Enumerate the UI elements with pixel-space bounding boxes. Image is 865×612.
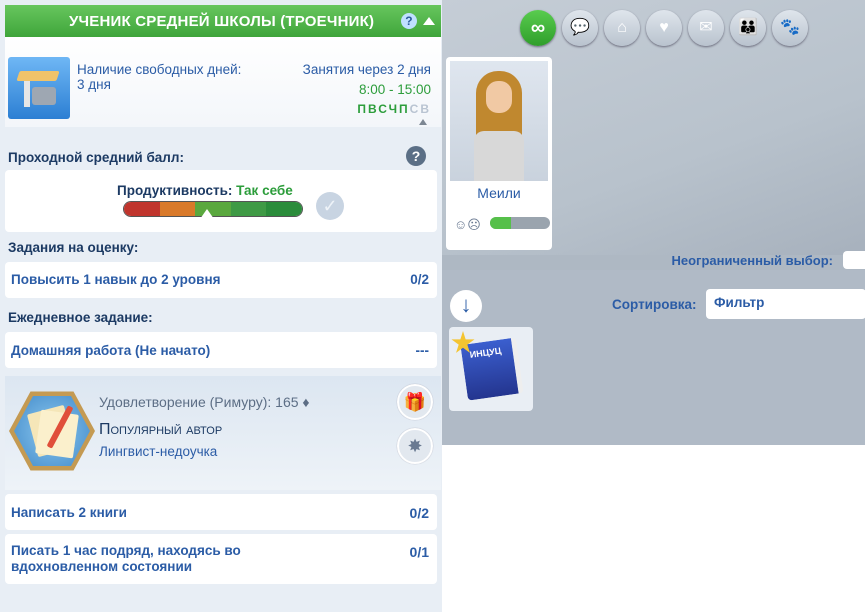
tab-paw[interactable]: 🐾 [772,10,808,46]
unlimited-toggle[interactable] [843,251,865,269]
goal-row: Писать 1 час подряд, находясь во вдохнов… [5,534,437,584]
free-days-label: Наличие свободных дней: [77,62,242,77]
arrow-down-icon[interactable]: ↓ [450,290,482,322]
tab-all[interactable]: ∞ [520,10,556,46]
tab-heart[interactable]: ♥ [646,10,682,46]
performance-label: Продуктивность: Так себе [117,183,293,198]
day-thu: Ч [388,102,400,116]
sort-label: Сортировка: [612,297,697,312]
sim-name: Меили [477,185,521,201]
rel-tabs: ∞ 💬 ⌂ ♥ ✉ 👪 🐾 [520,10,808,46]
satisfaction-icon: ♦ [302,394,310,410]
help-icon[interactable]: ? [406,146,426,166]
task-progress: 0/2 [410,272,429,287]
expand-schedule-icon[interactable] [419,119,427,125]
aspiration-title: Популярный автор [99,421,223,438]
relationship-panel: ∞ 💬 ⌂ ♥ ✉ 👪 🐾 Меили ☺☹ Неограниченный вы… [442,0,865,445]
career-title: УЧЕНИК СРЕДНЕЙ ШКОЛЫ (ТРОЕЧНИК) [69,12,375,30]
daily-progress: --- [415,343,430,358]
day-wed: С [378,102,389,116]
passing-grade-title: Проходной средний балл: [8,150,184,165]
relationship-bar [490,217,550,229]
inventory-item-book[interactable]: ИНЦУЦ [449,327,533,411]
performance-box: Продуктивность: Так себе ✓ [5,170,437,232]
schedule-section: Наличие свободных дней: 3 дня Занятия че… [5,37,441,127]
help-icon[interactable]: ? [401,13,417,29]
aspiration-section: Удовлетворение (Римуру): 165 ♦ Популярны… [5,376,441,490]
day-mon: П [357,102,368,116]
performance-marker [200,209,214,219]
goal-text: Написать 2 книги [11,505,127,520]
tab-briefcase[interactable]: ✉ [688,10,724,46]
reward-star-button[interactable]: ✸ [397,428,433,464]
unlimited-label: Неограниченный выбор: [671,253,833,268]
career-header[interactable]: УЧЕНИК СРЕДНЕЙ ШКОЛЫ (ТРОЕЧНИК) ? [5,5,441,37]
sim-card[interactable]: Меили ☺☹ [446,57,552,250]
goal-text: Писать 1 час подряд, находясь во вдохнов… [11,543,241,575]
day-sat: С [409,102,421,116]
goal-text-line2: вдохновленном состоянии [11,559,193,574]
goal-progress: 0/2 [409,505,429,521]
daily-text: Домашняя работа (Не начато) [11,343,211,358]
task-row: Повысить 1 навык до 2 уровня 0/2 [5,262,437,298]
tasks-title: Задания на оценку: [8,240,139,255]
day-fri: П [399,102,410,116]
gift-icon: 🎁 [403,392,427,412]
sim-portrait [450,61,548,181]
check-icon[interactable]: ✓ [316,192,344,220]
task-text: Повысить 1 навык до 2 уровня [11,272,221,287]
career-panel: УЧЕНИК СРЕДНЕЙ ШКОЛЫ (ТРОЕЧНИК) ? Наличи… [0,0,442,612]
book-icon: ИНЦУЦ [460,337,524,401]
satisfaction-points: Удовлетворение (Римуру): 165 ♦ [99,394,310,410]
tab-group[interactable]: 👪 [730,10,766,46]
goal-row: Написать 2 книги 0/2 [5,494,437,530]
day-sun: В [420,102,431,116]
reward-gift-button[interactable]: 🎁 [397,384,433,420]
collapse-icon[interactable] [423,17,435,25]
weekdays: ПВСЧПСВ [357,102,431,116]
goal-text-line1: Писать 1 час подряд, находясь во [11,543,241,558]
tab-chat[interactable]: 💬 [562,10,598,46]
tab-home[interactable]: ⌂ [604,10,640,46]
performance-value: Так себе [236,183,293,198]
star-icon: ✸ [407,436,423,456]
daily-row: Домашняя работа (Не начато) --- [5,332,437,368]
free-days: Наличие свободных дней: 3 дня [77,62,241,92]
lesson-hours: 8:00 - 15:00 [358,82,431,97]
day-tue: В [368,102,379,116]
next-lesson: Занятия через 2 дня [302,62,431,77]
satisfaction-text: Удовлетворение (Римуру): 165 [99,394,299,410]
performance-label-text: Продуктивность: [117,183,233,198]
free-days-value: 3 дня [77,77,111,92]
aspiration-subtitle: Лингвист-недоучка [99,444,218,459]
goal-progress: 0/1 [409,544,429,560]
mood-icon: ☺☹ [454,217,481,232]
school-desk-icon [8,57,70,119]
sort-select[interactable]: Фильтр [706,289,865,319]
daily-title: Ежедневное задание: [8,310,153,325]
